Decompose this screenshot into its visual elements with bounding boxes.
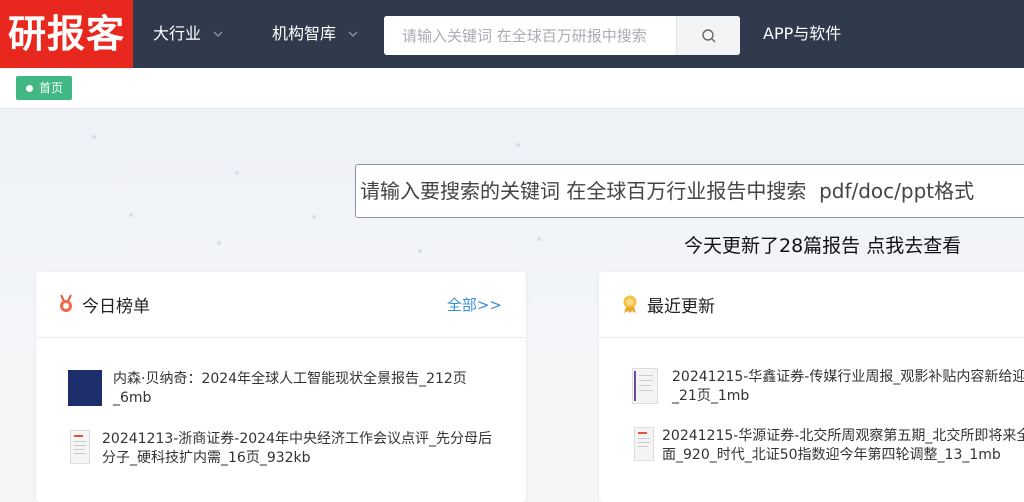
list-item[interactable]: 20241215-华源证券-北交所周观察第五期_北交所即将来全面_920_时代_… (634, 427, 1024, 465)
decor-dot (516, 143, 520, 147)
recent-updates-card: 最近更新 20241215-华鑫证券-传媒行业周报_观影补贴内容新给迎_21页_… (599, 272, 1024, 502)
hero-search-box (355, 164, 1024, 218)
decor-dot (129, 213, 133, 217)
view-all-link[interactable]: 全部>> (447, 294, 502, 315)
document-icon (74, 435, 86, 454)
decor-dot (217, 241, 221, 245)
nav-industry-menu[interactable]: 大行业 (153, 0, 225, 68)
top-navbar: 研报客 大行业 机构智库 APP与软件 (0, 0, 1024, 68)
report-title: 内森·贝纳奇：2024年全球人工智能现状全景报告_212页_6mb (113, 371, 467, 406)
top-search-box (384, 16, 740, 55)
breadcrumb-home-label: 首页 (39, 81, 64, 95)
decor-dot (235, 171, 239, 175)
today-ranking-card: 今日榜单 全部>> 内森·贝纳奇：2024年全球人工智能现状全景报告_212页_… (36, 272, 526, 502)
document-thumbnail (632, 368, 658, 404)
top-search-button[interactable] (676, 16, 740, 55)
breadcrumb-home-tag[interactable]: 首页 (16, 76, 73, 100)
report-cover-thumbnail (68, 370, 102, 406)
card-header: 最近更新 (599, 272, 1024, 338)
decor-dot (537, 237, 541, 241)
today-update-link[interactable]: 今天更新了28篇报告 点我去查看 (684, 231, 961, 258)
chevron-down-icon (213, 31, 223, 37)
decor-dot (312, 215, 316, 219)
card-title: 今日榜单 (58, 292, 150, 317)
top-search-input[interactable] (384, 16, 676, 55)
nav-industry-label: 大行业 (153, 24, 202, 43)
chevron-down-icon (348, 31, 358, 37)
card-title: 最近更新 (621, 292, 715, 317)
document-thumbnail (634, 427, 654, 461)
site-logo[interactable]: 研报客 (0, 0, 133, 68)
report-title: 20241213-浙商证券-2024年中央经济工作会议点评_先分母后分子_硬科技… (102, 431, 492, 466)
hero-search-input[interactable] (356, 165, 1024, 217)
report-title: 20241215-华源证券-北交所周观察第五期_北交所即将来全面_920_时代_… (662, 428, 1024, 463)
decor-dot (92, 135, 96, 139)
recent-title: 最近更新 (647, 296, 715, 317)
list-item[interactable]: 20241215-华鑫证券-传媒行业周报_观影补贴内容新给迎_21页_1mb (632, 368, 1024, 406)
medal-icon (60, 294, 72, 312)
nav-app-label: APP与软件 (763, 24, 842, 43)
card-header: 今日榜单 全部>> (36, 272, 526, 338)
nav-institutions-menu[interactable]: 机构智库 (272, 0, 360, 68)
breadcrumb: 首页 (0, 68, 1024, 109)
search-icon (701, 28, 715, 42)
report-title: 20241215-华鑫证券-传媒行业周报_观影补贴内容新给迎_21页_1mb (672, 369, 1024, 404)
decor-dot (418, 249, 422, 253)
nav-institutions-label: 机构智库 (272, 24, 337, 43)
document-thumbnail (70, 430, 90, 464)
list-item[interactable]: 20241213-浙商证券-2024年中央经济工作会议点评_先分母后分子_硬科技… (70, 430, 500, 468)
document-icon (634, 371, 653, 401)
ranking-title: 今日榜单 (82, 296, 150, 317)
nav-app-link[interactable]: APP与软件 (763, 0, 841, 68)
list-item[interactable]: 内森·贝纳奇：2024年全球人工智能现状全景报告_212页_6mb (68, 370, 498, 408)
document-icon (638, 432, 650, 447)
dot-icon (26, 84, 33, 92)
award-badge-icon (623, 295, 637, 313)
